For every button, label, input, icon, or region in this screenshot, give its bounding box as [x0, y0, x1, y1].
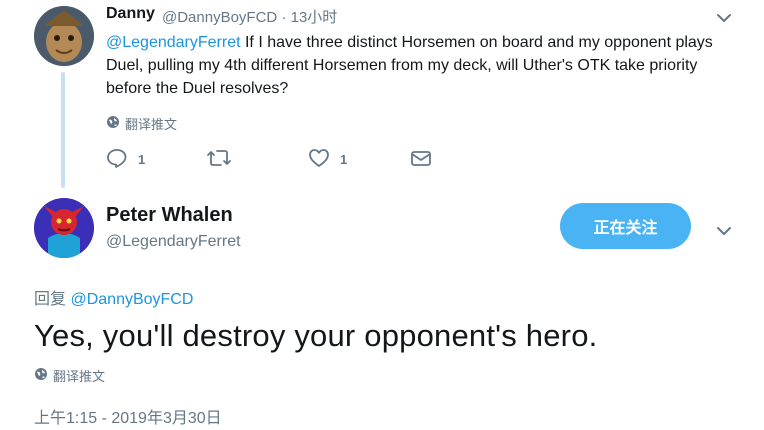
retweet-action[interactable]: [206, 148, 308, 171]
author-meta: @DannyBoyFCD · 13小时: [162, 6, 337, 27]
translate-tweet[interactable]: 翻译推文: [106, 114, 177, 133]
avatar[interactable]: [34, 6, 94, 66]
like-count: 1: [340, 152, 348, 167]
author-handle[interactable]: @DannyBoyFCD: [162, 9, 277, 26]
chevron-down-icon[interactable]: [714, 221, 734, 246]
avatar[interactable]: [34, 198, 94, 258]
avatar-image: [34, 6, 94, 66]
heart-icon: [308, 148, 330, 171]
author-handle[interactable]: @LegendaryFerret: [106, 233, 241, 251]
globe-icon: [34, 367, 48, 384]
tweet-time[interactable]: 13小时: [291, 9, 338, 26]
translate-label: 翻译推文: [53, 369, 106, 384]
translate-tweet[interactable]: 翻译推文: [34, 366, 105, 385]
reply-action[interactable]: 1: [106, 148, 206, 171]
replying-to: 回复 @DannyBoyFCD: [34, 285, 193, 309]
like-action[interactable]: 1: [308, 148, 410, 171]
translate-label: 翻译推文: [125, 117, 178, 132]
replying-prefix: 回复: [34, 291, 67, 308]
time-separator: ·: [281, 9, 287, 26]
message-action[interactable]: [410, 149, 432, 170]
author-name[interactable]: Peter Whalen: [106, 204, 233, 227]
tweet-timestamp[interactable]: 上午1:15 - 2019年3月30日: [34, 404, 222, 428]
globe-icon: [106, 115, 120, 132]
retweet-icon: [206, 148, 232, 171]
tweet-actions: 1 1: [106, 148, 432, 171]
author-name[interactable]: Danny: [106, 5, 155, 23]
chevron-down-icon[interactable]: [714, 8, 734, 33]
following-button[interactable]: 正在关注: [560, 203, 691, 249]
reply-count: 1: [138, 152, 146, 167]
envelope-icon: [410, 149, 432, 170]
replying-to-link[interactable]: @DannyBoyFCD: [70, 291, 193, 308]
mention-link[interactable]: @LegendaryFerret: [106, 34, 241, 51]
avatar-image: [34, 198, 94, 258]
tweet-text: @LegendaryFerret If I have three distinc…: [106, 31, 736, 100]
thread-line: [61, 72, 65, 188]
tweet-text: Yes, you'll destroy your opponent's hero…: [34, 318, 598, 353]
reply-icon: [106, 148, 128, 171]
